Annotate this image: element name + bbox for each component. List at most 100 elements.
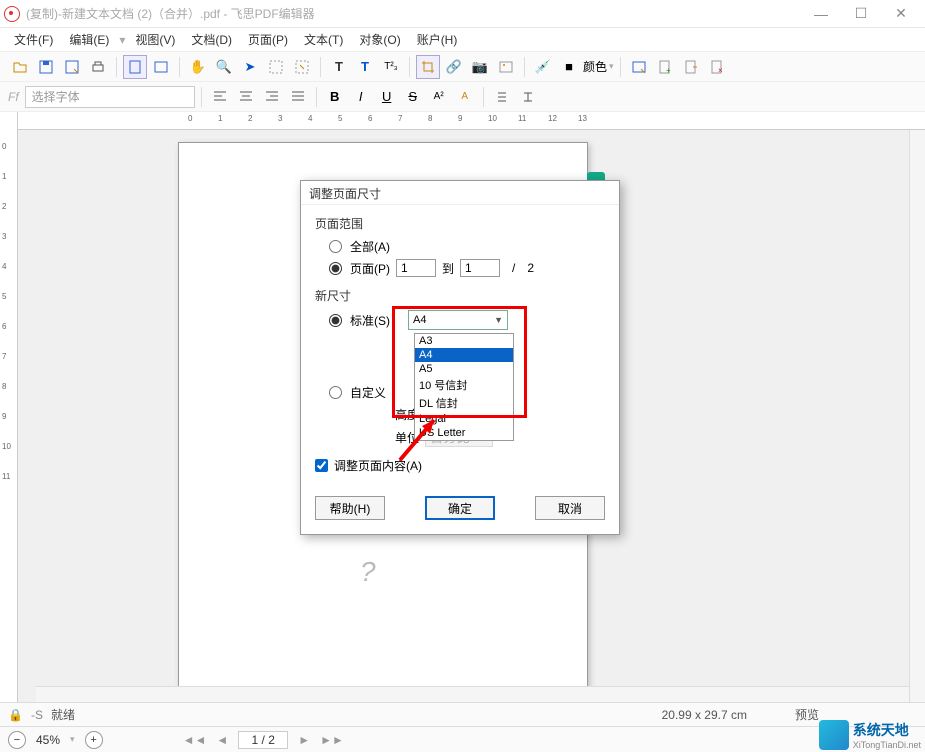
next-icon[interactable]: ► [298,733,310,747]
open-icon[interactable] [8,55,32,79]
zoom-out-button[interactable]: − [8,731,26,749]
watermark-logo-icon [819,720,849,750]
menu-text[interactable]: 文本(T) [298,29,349,50]
align-right-icon[interactable] [260,85,284,109]
combo-item-a3[interactable]: A3 [415,334,513,348]
combo-item-letter[interactable]: US Letter [415,426,513,440]
watermark: 系统天地 XiTongTianDi.net [819,720,921,750]
align-left-icon[interactable] [208,85,232,109]
subscript-icon[interactable]: A [453,85,477,109]
combo-item-dl[interactable]: DL 信封 [415,394,513,412]
color-label: 颜色 [583,58,607,75]
fill-color-icon[interactable]: ■ [557,55,581,79]
custom-label: 自定义 [350,384,386,401]
zoom-in-button[interactable]: + [85,731,103,749]
size-combo[interactable]: A4 ▼ [408,310,508,330]
maximize-button[interactable]: ☐ [841,0,881,28]
combo-item-env10[interactable]: 10 号信封 [415,376,513,394]
superscript-icon[interactable]: A² [427,85,451,109]
menu-account[interactable]: 账户(H) [411,29,464,50]
next-page-icon[interactable]: ►► [320,733,344,747]
menu-view[interactable]: 视图(V) [129,29,181,50]
zoom-icon[interactable]: 🔍 [212,55,236,79]
save-as-icon[interactable] [60,55,84,79]
menu-edit[interactable]: 编辑(E) [63,29,115,50]
from-input[interactable] [396,259,436,277]
line-spacing-icon[interactable] [490,85,514,109]
add-page-icon[interactable]: + [653,55,677,79]
save-icon[interactable] [34,55,58,79]
edit-icon[interactable] [290,55,314,79]
italic-icon[interactable]: I [349,85,373,109]
page-dimensions: 20.99 x 29.7 cm [662,708,747,722]
menubar: 文件(F) 编辑(E) ▾ 视图(V) 文档(D) 页面(P) 文本(T) 对象… [0,28,925,52]
radio-standard[interactable] [329,314,342,327]
preview-label[interactable]: 预览 [795,706,819,723]
close-button[interactable]: ✕ [881,0,921,28]
adjust-content-checkbox[interactable] [315,459,328,472]
titlebar: (复制)-新建文本文档 (2)（合并）.pdf - 飞思PDF编辑器 — ☐ ✕ [0,0,925,28]
combo-item-a5[interactable]: A5 [415,362,513,376]
to-input[interactable] [460,259,500,277]
align-center-icon[interactable] [234,85,258,109]
resize-page-dialog: 调整页面尺寸 页面范围 全部(A) 页面(P) 到 / 2 新尺寸 标准(S)： [300,180,620,535]
hand-icon[interactable]: ✋ [186,55,210,79]
minimize-button[interactable]: — [801,0,841,28]
print-icon[interactable] [86,55,110,79]
dialog-title: 调整页面尺寸 [301,181,619,205]
align-justify-icon[interactable] [286,85,310,109]
svg-text:+: + [666,66,671,75]
menu-document[interactable]: 文档(D) [185,29,238,50]
ruler-horizontal: 012 345 678 91011 1213 [18,112,925,130]
page-fit-icon[interactable] [123,55,147,79]
menu-object[interactable]: 对象(O) [353,29,406,50]
pointer-icon[interactable]: ➤ [238,55,262,79]
scrollbar-horizontal[interactable] [36,686,909,702]
app-icon [4,6,20,22]
eyedropper-icon[interactable]: 💉 [531,55,555,79]
scrollbar-vertical[interactable] [909,130,925,702]
ok-button[interactable]: 确定 [425,496,495,520]
text-box-icon[interactable]: T [353,55,377,79]
select-icon[interactable] [264,55,288,79]
pages-label: 页面(P) [350,260,390,277]
statusbar-upper: 🔒 -S 就绪 20.99 x 29.7 cm 预览 [0,702,925,726]
form-icon[interactable] [627,55,651,79]
toolbar-text: Ff 选择字体 B I U S A² A [0,82,925,112]
radio-all[interactable] [329,240,342,253]
page-width-icon[interactable] [149,55,173,79]
crop-icon[interactable] [416,55,440,79]
cancel-button[interactable]: 取消 [535,496,605,520]
standard-label: 标准(S)： [350,312,402,329]
combo-item-a4[interactable]: A4 [415,348,513,362]
menu-page[interactable]: 页面(P) [242,29,294,50]
prev-page-icon[interactable]: ◄◄ [183,733,207,747]
svg-text:×: × [718,66,723,75]
question-mark: ? [360,556,376,588]
text-icon[interactable]: T [327,55,351,79]
char-spacing-icon[interactable] [516,85,540,109]
camera-icon[interactable]: 📷 [468,55,492,79]
ruler-vertical: 012 345 678 91011 [0,112,18,702]
combo-item-legal[interactable]: Legal [415,412,513,426]
prev-icon[interactable]: ◄ [216,733,228,747]
font-select[interactable]: 选择字体 [25,86,195,108]
chevron-down-icon: ▼ [494,315,503,325]
image-icon[interactable] [494,55,518,79]
link-icon[interactable]: 🔗 [442,55,466,79]
page-number-input[interactable]: 1 / 2 [238,731,288,749]
text-tool-icon[interactable]: T²₃ [379,55,403,79]
help-button[interactable]: 帮助(H) [315,496,385,520]
page-range-label: 页面范围 [315,215,605,232]
radio-pages[interactable] [329,262,342,275]
strike-icon[interactable]: S [401,85,425,109]
bold-icon[interactable]: B [323,85,347,109]
delete-page-icon[interactable]: × [705,55,729,79]
radio-custom[interactable] [329,386,342,399]
to-label: 到 [442,260,454,277]
adjust-content-label: 调整页面内容(A) [334,457,422,474]
export-page-icon[interactable] [679,55,703,79]
toolbar-primary: ✋ 🔍 ➤ T T T²₃ 🔗 📷 💉 ■ 颜色 ▾ + × [0,52,925,82]
underline-icon[interactable]: U [375,85,399,109]
menu-file[interactable]: 文件(F) [8,29,59,50]
